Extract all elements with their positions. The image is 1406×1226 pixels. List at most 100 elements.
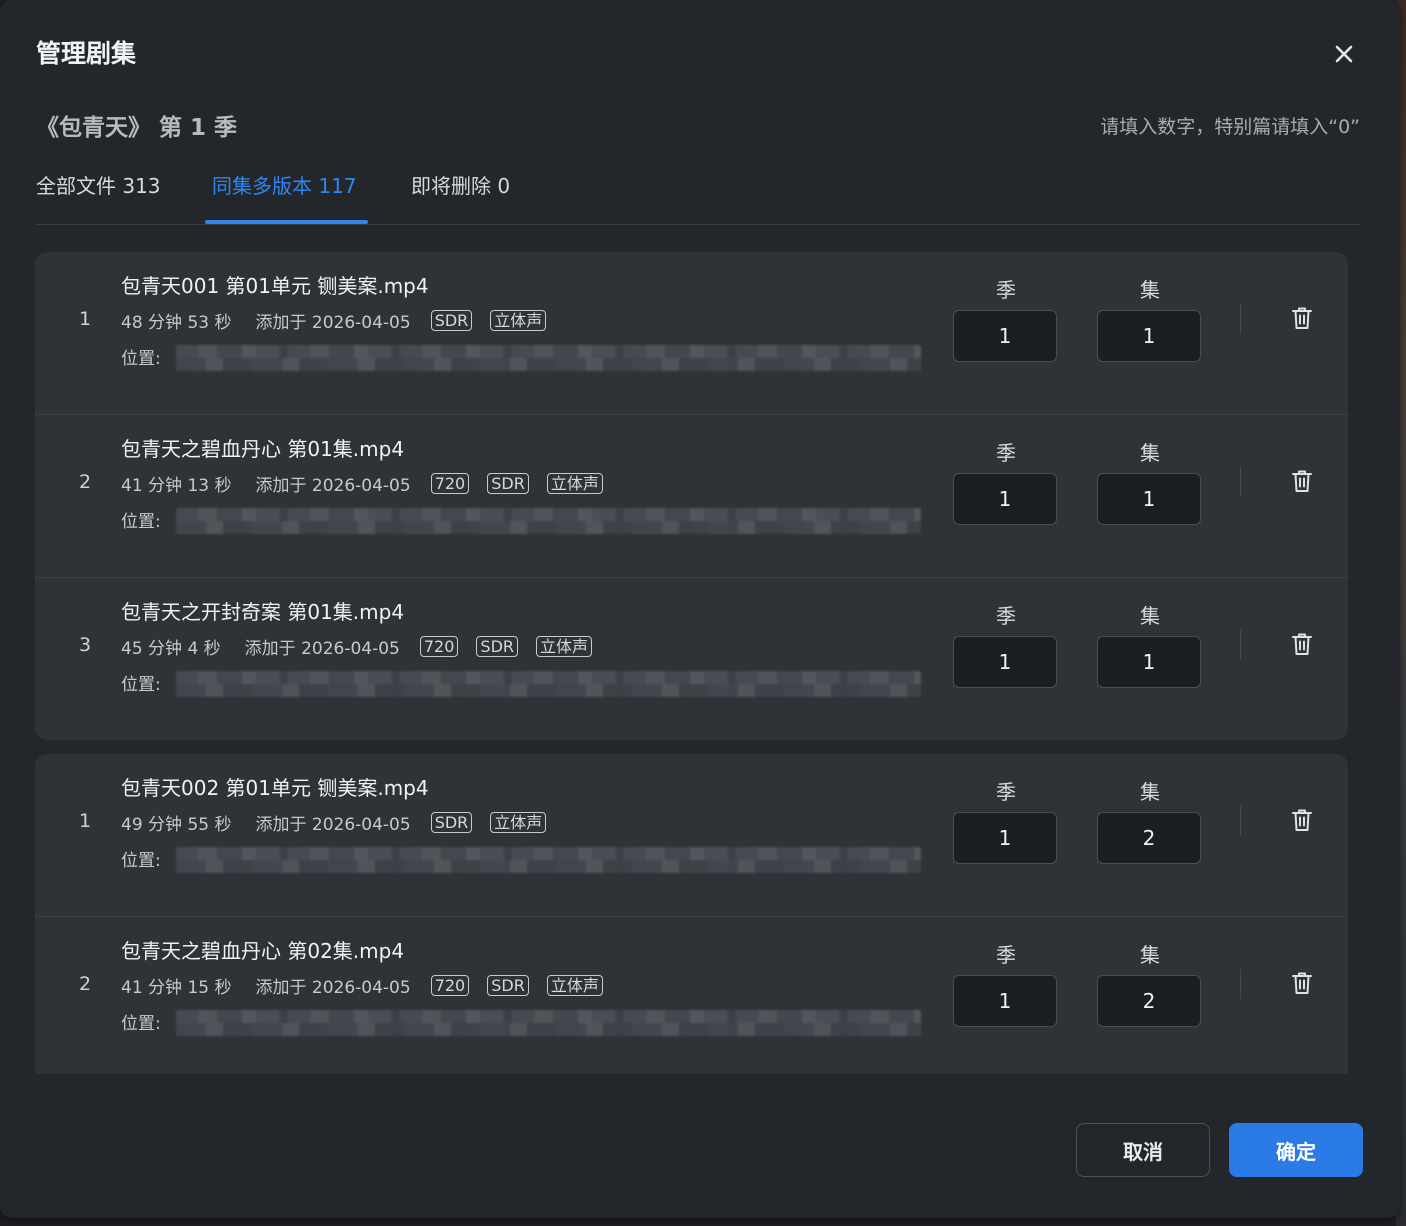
- confirm-button[interactable]: 确定: [1229, 1123, 1363, 1177]
- episode-label: 集: [1140, 604, 1160, 628]
- tab-pending-delete[interactable]: 即将删除 0: [411, 170, 510, 199]
- quality-badge: SDR: [430, 811, 473, 833]
- version-group: 1 包青天002 第01单元 铡美案.mp4 49 分钟 55 秒添加于 2026-…: [35, 754, 1348, 1074]
- episode-label: 集: [1140, 780, 1160, 804]
- added-date: 添加于 2026-04-05: [255, 312, 411, 333]
- row-index: 1: [78, 810, 92, 832]
- location-label: 位置:: [121, 349, 161, 369]
- episode-input[interactable]: [1097, 310, 1201, 362]
- added-date: 添加于 2026-04-05: [244, 638, 400, 659]
- trash-icon: [1292, 307, 1312, 329]
- quality-badge: 立体声: [490, 309, 547, 331]
- divider: [1240, 467, 1241, 497]
- episode-list[interactable]: 1 包青天001 第01单元 铡美案.mp4 48 分钟 53 秒添加于 2026-…: [35, 252, 1360, 1074]
- file-name: 包青天之开封奇案 第01集.mp4: [121, 600, 405, 624]
- quality-badge: 720: [430, 472, 470, 494]
- episode-label: 集: [1140, 441, 1160, 465]
- file-row: 1 包青天002 第01单元 铡美案.mp4 49 分钟 55 秒 添加于 2026-…: [35, 754, 1348, 917]
- trash-icon: [1292, 809, 1312, 831]
- divider: [1240, 969, 1241, 999]
- file-name: 包青天002 第01单元 铡美案.mp4: [121, 776, 429, 800]
- season-input[interactable]: [953, 812, 1057, 864]
- divider: [1240, 806, 1241, 836]
- redacted-path: [176, 508, 921, 534]
- duration: 45 分钟 4 秒: [121, 638, 221, 659]
- season-input[interactable]: [953, 310, 1057, 362]
- location-label: 位置:: [121, 851, 161, 871]
- manage-episodes-dialog: 管理剧集 《包青天》 第 1 季 请填入数字，特别篇请填入“0” 全部文件 31…: [0, 0, 1400, 1218]
- episode-label: 集: [1140, 278, 1160, 302]
- added-date: 添加于 2026-04-05: [255, 814, 411, 835]
- file-row: 2 包青天之碧血丹心 第02集.mp4 41 分钟 15 秒 添加于 2026-04-…: [35, 917, 1348, 1074]
- file-name: 包青天001 第01单元 铡美案.mp4: [121, 274, 429, 298]
- added-date: 添加于 2026-04-05: [255, 977, 411, 998]
- episode-input[interactable]: [1097, 636, 1201, 688]
- quality-badge: 立体声: [536, 635, 593, 657]
- redacted-path: [176, 671, 921, 697]
- added-date: 添加于 2026-04-05: [255, 475, 411, 496]
- season-label: 季: [996, 278, 1016, 302]
- file-row: 2 包青天之碧血丹心 第01集.mp4 41 分钟 13 秒 添加于 2026-04-…: [35, 415, 1348, 578]
- file-meta: 49 分钟 55 秒 添加于 2026-04-05 SDR 立体声: [121, 810, 547, 835]
- tab-bar: 全部文件 313 同集多版本 117 即将删除 0: [36, 160, 1360, 225]
- redacted-path: [176, 345, 921, 371]
- quality-badge: SDR: [476, 635, 519, 657]
- delete-button[interactable]: [1289, 467, 1315, 495]
- tab-multi-version[interactable]: 同集多版本 117: [212, 170, 357, 199]
- file-name: 包青天之碧血丹心 第02集.mp4: [121, 939, 405, 963]
- trash-icon: [1292, 972, 1312, 994]
- file-meta: 41 分钟 15 秒 添加于 2026-04-05 720 SDR 立体声: [121, 973, 603, 998]
- location-label: 位置:: [121, 675, 161, 695]
- file-meta: 45 分钟 4 秒 添加于 2026-04-05 720 SDR 立体声: [121, 634, 593, 659]
- divider: [1240, 630, 1241, 660]
- delete-button[interactable]: [1289, 806, 1315, 834]
- close-button[interactable]: [1326, 36, 1362, 72]
- redacted-path: [176, 1010, 921, 1036]
- location-label: 位置:: [121, 1014, 161, 1034]
- dialog-title: 管理剧集: [36, 39, 137, 68]
- active-tab-indicator: [205, 220, 368, 224]
- redacted-path: [176, 847, 921, 873]
- duration: 49 分钟 55 秒: [121, 814, 232, 835]
- trash-icon: [1292, 470, 1312, 492]
- cancel-button[interactable]: 取消: [1076, 1123, 1210, 1177]
- row-index: 2: [78, 471, 92, 493]
- season-input[interactable]: [953, 975, 1057, 1027]
- quality-badge: 720: [419, 635, 459, 657]
- location-label: 位置:: [121, 512, 161, 532]
- season-label: 季: [996, 943, 1016, 967]
- delete-button[interactable]: [1289, 304, 1315, 332]
- row-index: 3: [78, 634, 92, 656]
- episode-input[interactable]: [1097, 975, 1201, 1027]
- season-input[interactable]: [953, 473, 1057, 525]
- duration: 41 分钟 15 秒: [121, 977, 232, 998]
- row-index: 1: [78, 308, 92, 330]
- season-label: 季: [996, 441, 1016, 465]
- trash-icon: [1292, 633, 1312, 655]
- quality-badge: 立体声: [546, 974, 603, 996]
- delete-button[interactable]: [1289, 630, 1315, 658]
- tab-all-files[interactable]: 全部文件 313: [36, 170, 161, 199]
- duration: 48 分钟 53 秒: [121, 312, 232, 333]
- file-meta: 48 分钟 53 秒 添加于 2026-04-05 SDR 立体声: [121, 308, 547, 333]
- quality-badge: SDR: [430, 309, 473, 331]
- show-season-title: 《包青天》 第 1 季: [36, 115, 238, 141]
- file-row: 3 包青天之开封奇案 第01集.mp4 45 分钟 4 秒 添加于 2026-04-0…: [35, 578, 1348, 740]
- season-label: 季: [996, 780, 1016, 804]
- duration: 41 分钟 13 秒: [121, 475, 232, 496]
- episode-input[interactable]: [1097, 812, 1201, 864]
- delete-button[interactable]: [1289, 969, 1315, 997]
- quality-badge: SDR: [487, 974, 529, 996]
- quality-badge: 立体声: [546, 472, 603, 494]
- quality-badge: SDR: [487, 472, 529, 494]
- file-row: 1 包青天001 第01单元 铡美案.mp4 48 分钟 53 秒 添加于 2026-…: [35, 252, 1348, 415]
- version-group: 1 包青天001 第01单元 铡美案.mp4 48 分钟 53 秒添加于 2026-…: [35, 252, 1348, 740]
- divider: [1240, 304, 1241, 334]
- season-input[interactable]: [953, 636, 1057, 688]
- close-icon: [1335, 45, 1353, 63]
- file-meta: 41 分钟 13 秒 添加于 2026-04-05 720 SDR 立体声: [121, 471, 603, 496]
- episode-input[interactable]: [1097, 473, 1201, 525]
- quality-badge: 立体声: [490, 811, 547, 833]
- episode-label: 集: [1140, 943, 1160, 967]
- input-hint: 请填入数字，特别篇请填入“0”: [1100, 116, 1360, 138]
